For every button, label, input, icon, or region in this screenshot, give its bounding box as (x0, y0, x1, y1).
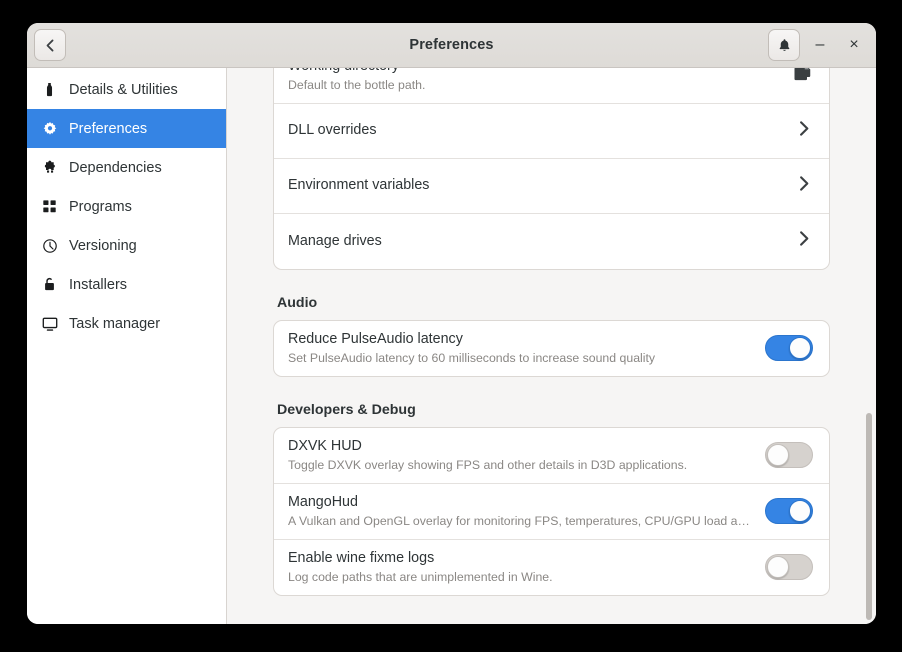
sidebar-item-preferences[interactable]: Preferences (27, 109, 226, 148)
sidebar-item-task-manager[interactable]: Task manager (27, 304, 226, 343)
row-subtitle: Set PulseAudio latency to 60 millisecond… (288, 351, 656, 366)
row-action[interactable] (765, 335, 813, 362)
sidebar-item-label: Programs (69, 198, 132, 215)
sidebar-item-label: Installers (69, 276, 128, 293)
close-icon: × (849, 36, 859, 53)
chevron-right-icon (794, 119, 813, 143)
row-texts: Reduce PulseAudio latency Set PulseAudio… (288, 330, 765, 367)
sidebar-item-label: Details & Utilities (69, 81, 178, 98)
document-open-icon[interactable] (793, 68, 813, 88)
sidebar-item-label: Task manager (69, 315, 161, 332)
row-reduce-pulseaudio-latency[interactable]: Reduce PulseAudio latency Set PulseAudio… (274, 321, 829, 376)
sidebar-item-installers[interactable]: Installers (27, 265, 226, 304)
row-texts: Manage drives (288, 232, 794, 251)
gear-icon (41, 120, 58, 137)
row-title: Working directory (288, 68, 781, 76)
grid-icon (41, 198, 58, 215)
section-heading-audio: Audio (277, 294, 318, 311)
row-title: Reduce PulseAudio latency (288, 330, 463, 347)
row-texts: MangoHud A Vulkan and OpenGL overlay for… (288, 493, 765, 530)
bottle-icon (41, 81, 58, 98)
row-working-directory[interactable]: Working directory Default to the bottle … (274, 68, 829, 104)
row-dxvk-hud[interactable]: DXVK HUD Toggle DXVK overlay showing FPS… (274, 428, 829, 484)
toggle-reduce-pulseaudio-latency[interactable] (765, 335, 813, 362)
row-subtitle: A Vulkan and OpenGL overlay for monitori… (288, 514, 753, 529)
row-texts: Working directory Default to the bottle … (288, 68, 793, 94)
window-body: Details & Utilities Preferences Dependen… (27, 68, 876, 624)
toggle-enable-wine-fixme-logs[interactable] (765, 554, 813, 581)
preferences-window: Preferences – × Details & Utilities Pref… (27, 23, 876, 624)
row-manage-drives[interactable]: Manage drives (274, 214, 829, 269)
row-title: MangoHud (288, 493, 358, 510)
chevron-left-icon (43, 38, 58, 53)
chevron-right-icon (794, 229, 813, 253)
toggle-knob (789, 337, 811, 360)
close-button[interactable]: × (840, 31, 868, 59)
toggle-dxvk-hud[interactable] (765, 442, 813, 469)
row-enable-wine-fixme-logs[interactable]: Enable wine fixme logs Log code paths th… (274, 540, 829, 595)
section-heading-developers-debug: Developers & Debug (277, 401, 416, 418)
row-title: Enable wine fixme logs (288, 549, 435, 566)
window-title: Preferences (409, 37, 494, 53)
sidebar-item-label: Versioning (69, 237, 137, 254)
bell-icon (777, 38, 792, 53)
toggle-knob (789, 500, 811, 523)
row-title: Environment variables (288, 177, 430, 194)
toggle-knob (767, 556, 789, 579)
row-title: DXVK HUD (288, 437, 362, 454)
row-action[interactable] (794, 229, 813, 253)
chevron-right-icon (794, 174, 813, 198)
preferences-scroll-area[interactable]: Working directory Default to the bottle … (227, 68, 876, 624)
sidebar-item-dependencies[interactable]: Dependencies (27, 148, 226, 187)
content-bottom-spacer (273, 596, 830, 624)
headerbar-right-controls: – × (768, 29, 868, 61)
row-subtitle: Toggle DXVK overlay showing FPS and othe… (288, 458, 688, 473)
row-action[interactable] (793, 68, 813, 88)
puzzle-piece-icon (41, 159, 58, 176)
row-action[interactable] (765, 442, 813, 469)
row-texts: Environment variables (288, 176, 794, 195)
window-headerbar: Preferences – × (27, 23, 876, 68)
row-texts: DXVK HUD Toggle DXVK overlay showing FPS… (288, 437, 765, 474)
row-texts: DLL overrides (288, 121, 794, 140)
back-button[interactable] (34, 29, 66, 61)
debug-settings-card: DXVK HUD Toggle DXVK overlay showing FPS… (273, 426, 830, 596)
toggle-mangohud[interactable] (765, 498, 813, 525)
preferences-content: Working directory Default to the bottle … (227, 68, 876, 624)
row-title: Manage drives (288, 232, 382, 249)
minimize-icon: – (815, 36, 825, 53)
sidebar-item-label: Dependencies (69, 159, 162, 176)
audio-settings-card: Reduce PulseAudio latency Set PulseAudio… (273, 319, 830, 377)
row-title: DLL overrides (288, 122, 377, 139)
row-action[interactable] (794, 174, 813, 198)
general-settings-card: Working directory Default to the bottle … (273, 68, 830, 270)
sidebar-item-details-utilities[interactable]: Details & Utilities (27, 70, 226, 109)
sidebar: Details & Utilities Preferences Dependen… (27, 68, 227, 624)
row-dll-overrides[interactable]: DLL overrides (274, 104, 829, 159)
row-action[interactable] (765, 554, 813, 581)
row-action[interactable] (765, 498, 813, 525)
sidebar-item-versioning[interactable]: Versioning (27, 226, 226, 265)
monitor-icon (41, 315, 58, 332)
row-environment-variables[interactable]: Environment variables (274, 159, 829, 214)
minimize-button[interactable]: – (806, 31, 834, 59)
row-action[interactable] (794, 119, 813, 143)
row-subtitle: Log code paths that are unimplemented in… (288, 570, 553, 585)
sidebar-item-programs[interactable]: Programs (27, 187, 226, 226)
row-mangohud[interactable]: MangoHud A Vulkan and OpenGL overlay for… (274, 484, 829, 540)
toggle-knob (767, 444, 789, 467)
row-texts: Enable wine fixme logs Log code paths th… (288, 549, 765, 586)
lock-icon (41, 276, 58, 293)
vertical-scrollbar[interactable] (866, 413, 872, 620)
clock-icon (41, 237, 58, 254)
sidebar-item-label: Preferences (69, 120, 148, 137)
row-subtitle: Default to the bottle path. (288, 78, 426, 93)
notifications-button[interactable] (768, 29, 800, 61)
